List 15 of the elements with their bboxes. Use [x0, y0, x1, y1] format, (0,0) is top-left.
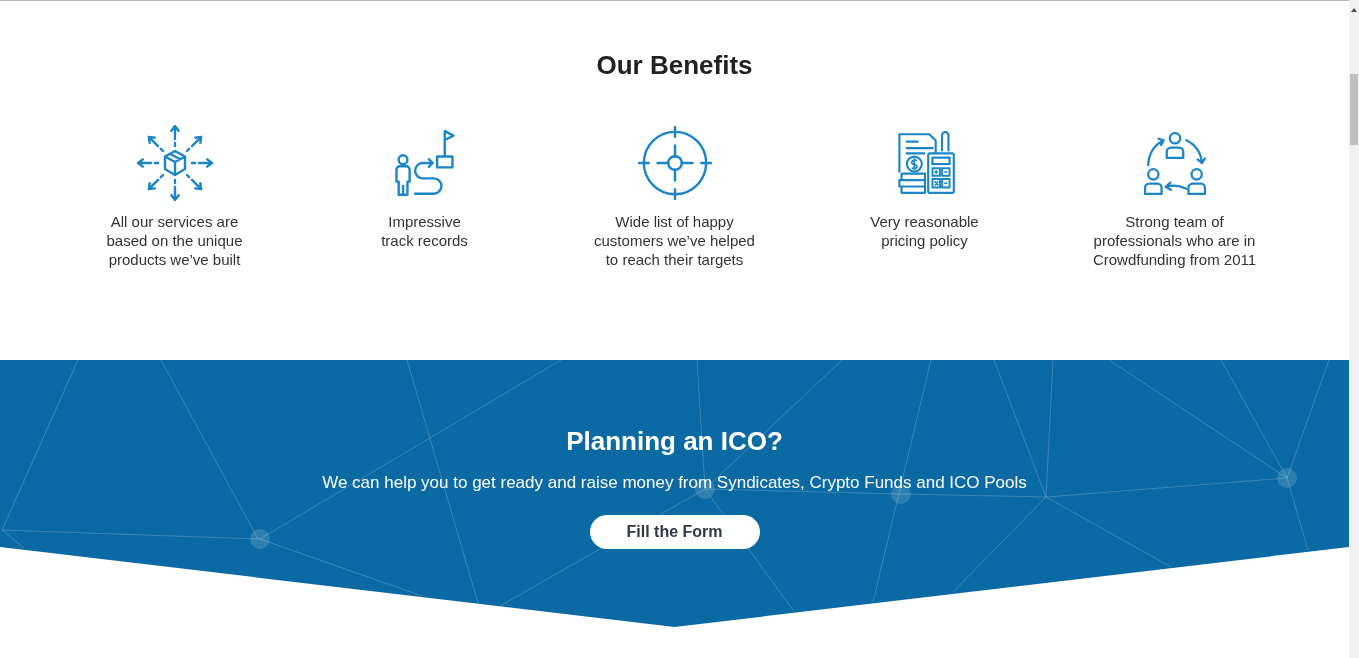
banner-subtitle: We can help you to get ready and raise money from Syndicates, Crypto Funds and ICO Pools [322, 472, 1027, 494]
scroll-up-arrow-icon[interactable] [1351, 8, 1357, 12]
benefit-text: Very reasonable pricing policy [870, 212, 979, 250]
benefit-text: Wide list of happy customers we’ve helped to reach their targets [594, 212, 755, 269]
benefit-text: Impressive track records [381, 212, 468, 250]
person-path-flag-icon [392, 129, 457, 197]
scrollbar[interactable] [1349, 0, 1359, 658]
target-icon [637, 126, 712, 200]
box-arrows-icon [136, 125, 213, 201]
fill-form-button[interactable]: Fill the Form [589, 515, 760, 549]
section-heading: Our Benefits [596, 49, 753, 82]
scrollbar-thumb[interactable] [1350, 74, 1358, 145]
banner-title: Planning an ICO? [566, 425, 783, 458]
benefit-text: Strong team of professionals who are in Crowdfunding from 2011 [1092, 212, 1257, 269]
benefit-text: All our services are based on the unique products we’ve built [106, 212, 243, 269]
